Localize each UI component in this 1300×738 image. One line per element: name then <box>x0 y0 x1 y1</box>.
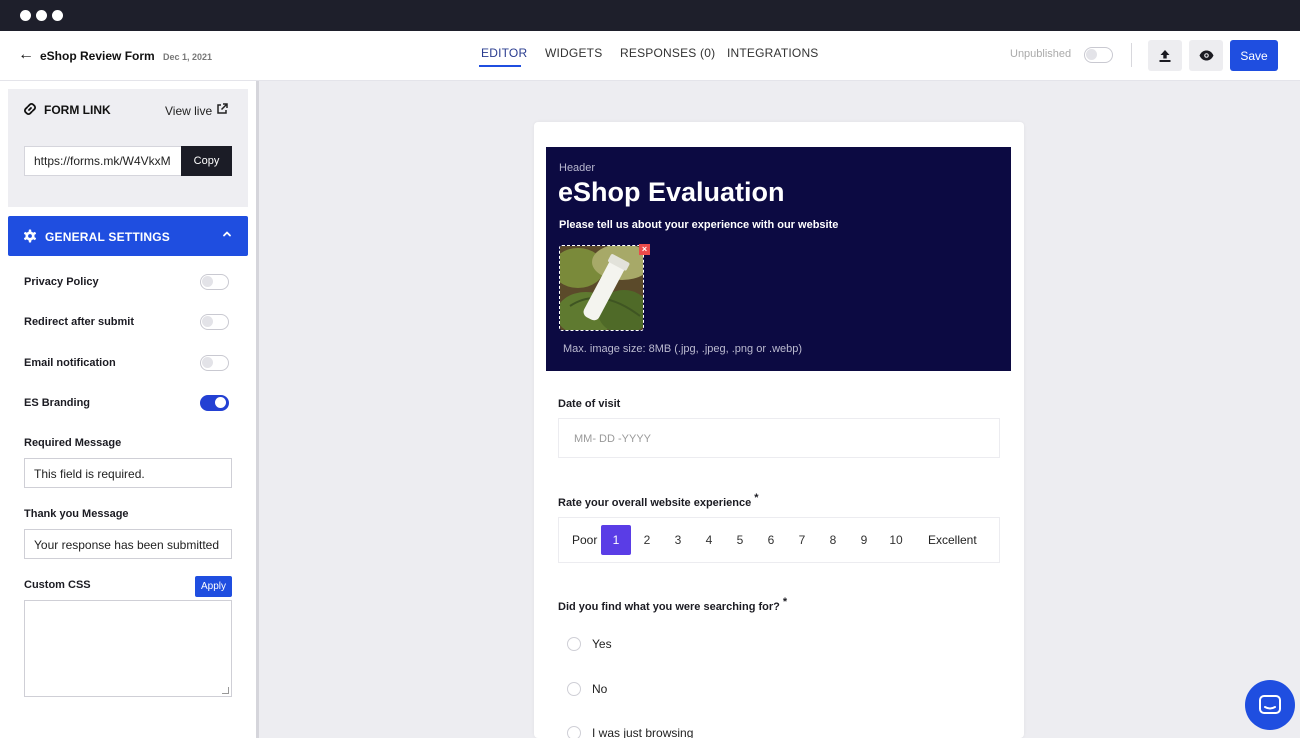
rating-option-1[interactable]: 1 <box>601 525 631 555</box>
gear-icon <box>23 229 37 243</box>
general-settings-header[interactable]: GENERAL SETTINGS <box>8 216 248 256</box>
rating-option-3[interactable]: 3 <box>663 525 693 555</box>
copy-url-button[interactable]: Copy <box>181 146 232 176</box>
form-link-title: FORM LINK <box>44 103 111 117</box>
header-eyebrow: Header <box>559 162 596 174</box>
rating-low-label: Poor <box>572 533 598 547</box>
tab-responses[interactable]: RESPONSES (0) <box>620 46 715 60</box>
window-titlebar <box>0 0 1300 31</box>
rating-option-6[interactable]: 6 <box>756 525 786 555</box>
redirect-after-submit-label: Redirect after submit <box>24 316 135 328</box>
option-yes-label[interactable]: Yes <box>592 637 612 651</box>
radio-yes[interactable] <box>567 637 581 651</box>
rating-option-5[interactable]: 5 <box>725 525 755 555</box>
general-settings-title: GENERAL SETTINGS <box>45 230 170 244</box>
chevron-up-icon[interactable] <box>221 228 233 240</box>
external-link-icon[interactable] <box>216 103 228 115</box>
publish-toggle[interactable] <box>1084 47 1113 63</box>
option-no-label[interactable]: No <box>592 682 607 696</box>
rating-option-7[interactable]: 7 <box>787 525 817 555</box>
rating-scale: Poor 1 2 3 4 5 6 7 8 9 10 Excellent <box>558 517 1000 563</box>
chat-icon <box>1259 695 1281 714</box>
rating-option-9[interactable]: 9 <box>849 525 879 555</box>
tab-widgets[interactable]: WIDGETS <box>545 46 602 60</box>
date-question-label: Date of visit <box>558 398 621 410</box>
window-minimize-dot[interactable] <box>36 10 47 21</box>
option-just-browsing-label[interactable]: I was just browsing <box>592 726 693 738</box>
product-image-icon <box>560 246 643 330</box>
form-preview-card: Header eShop Evaluation Please tell us a… <box>534 122 1024 738</box>
email-notification-toggle[interactable] <box>200 355 229 371</box>
custom-css-textarea[interactable] <box>24 600 232 697</box>
form-subheading[interactable]: Please tell us about your experience wit… <box>559 219 838 231</box>
window-close-dot[interactable] <box>20 10 31 21</box>
link-icon <box>24 103 36 115</box>
toolbar-divider <box>1131 43 1132 67</box>
privacy-policy-label: Privacy Policy <box>24 276 99 288</box>
rating-high-label: Excellent <box>928 533 977 547</box>
window-maximize-dot[interactable] <box>52 10 63 21</box>
email-notification-label: Email notification <box>24 357 116 369</box>
form-link-card: FORM LINK View live https://forms.mk/W4V… <box>8 89 248 207</box>
save-button[interactable]: Save <box>1230 40 1278 71</box>
rating-option-8[interactable]: 8 <box>818 525 848 555</box>
form-title: eShop Review Form <box>40 49 155 63</box>
radio-no[interactable] <box>567 682 581 696</box>
form-heading[interactable]: eShop Evaluation <box>558 177 785 208</box>
publish-status-label: Unpublished <box>1010 48 1072 60</box>
privacy-policy-toggle[interactable] <box>200 274 229 290</box>
form-header-block[interactable]: Header eShop Evaluation Please tell us a… <box>546 147 1011 371</box>
back-arrow-icon[interactable]: ← <box>18 47 34 63</box>
upload-icon <box>1159 49 1171 62</box>
image-size-note: Max. image size: 8MB (.jpg, .jpeg, .png … <box>563 343 803 355</box>
date-of-visit-input[interactable]: MM- DD -YYYY <box>558 418 1000 458</box>
redirect-after-submit-toggle[interactable] <box>200 314 229 330</box>
required-message-input[interactable]: This field is required. <box>24 458 232 488</box>
active-tab-indicator <box>479 65 521 67</box>
resize-grip-icon[interactable] <box>222 687 229 694</box>
required-message-label: Required Message <box>24 437 122 449</box>
export-button[interactable] <box>1148 40 1182 71</box>
rating-option-2[interactable]: 2 <box>632 525 662 555</box>
rating-option-10[interactable]: 10 <box>881 525 911 555</box>
thank-you-message-input[interactable]: Your response has been submitted <box>24 529 232 559</box>
apply-css-button[interactable]: Apply <box>195 576 232 597</box>
es-branding-label: ES Branding <box>24 397 91 409</box>
preview-button[interactable] <box>1189 40 1223 71</box>
custom-css-label: Custom CSS <box>24 579 91 591</box>
editor-topbar: ← eShop Review Form Dec 1, 2021 EDITOR W… <box>0 31 1300 81</box>
rating-option-4[interactable]: 4 <box>694 525 724 555</box>
es-branding-toggle[interactable] <box>200 395 229 411</box>
chat-launcher-button[interactable] <box>1245 680 1295 730</box>
remove-image-icon[interactable]: × <box>639 244 650 255</box>
form-url-field[interactable]: https://forms.mk/W4VkxM <box>24 146 182 176</box>
view-live-link[interactable]: View live <box>165 104 212 118</box>
form-date: Dec 1, 2021 <box>163 52 213 62</box>
header-image[interactable] <box>559 245 644 331</box>
settings-sidebar: FORM LINK View live https://forms.mk/W4V… <box>0 81 256 738</box>
sidebar-scrollbar[interactable] <box>256 81 259 738</box>
tab-editor[interactable]: EDITOR <box>481 46 527 60</box>
rating-question-label: Rate your overall website experience * <box>558 492 759 509</box>
tab-integrations[interactable]: INTEGRATIONS <box>727 46 819 60</box>
eye-icon <box>1199 50 1213 61</box>
radio-just-browsing[interactable] <box>567 726 581 738</box>
thank-you-message-label: Thank you Message <box>24 508 129 520</box>
search-question-label: Did you find what you were searching for… <box>558 596 788 613</box>
